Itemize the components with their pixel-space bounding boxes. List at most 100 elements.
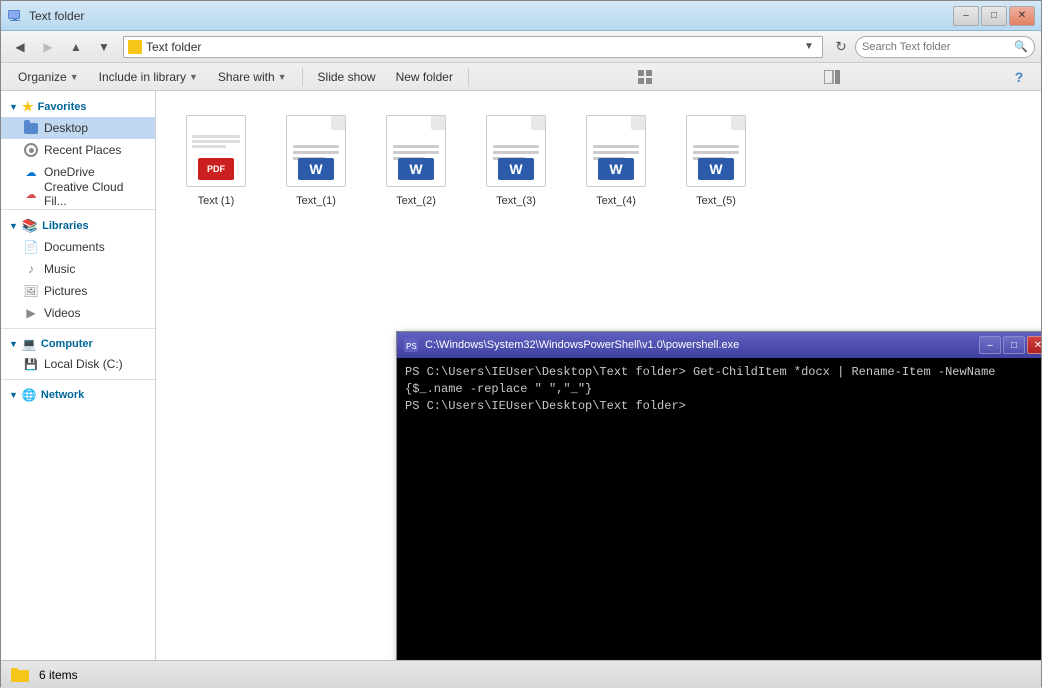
powershell-icon: PS — [403, 337, 419, 353]
change-view-button[interactable] — [632, 66, 660, 88]
close-button[interactable]: ✕ — [1009, 6, 1035, 26]
sidebar-item-local-disk[interactable]: 💾 Local Disk (C:) — [1, 353, 155, 375]
title-bar-controls: – □ ✕ — [953, 6, 1035, 26]
pdf-badge: PDF — [198, 158, 234, 180]
main-layout: ▼ ★ Favorites Desktop Recent Places ☁ On… — [1, 91, 1041, 660]
list-item[interactable]: W Text_(2) — [371, 106, 461, 212]
sidebar-item-pictures[interactable]: 🖼 Pictures — [1, 280, 155, 302]
new-folder-button[interactable]: New folder — [387, 66, 462, 88]
slide-show-label: Slide show — [318, 70, 376, 84]
list-item[interactable]: W Text_(5) — [671, 106, 761, 212]
address-dropdown-button[interactable]: ▼ — [800, 37, 818, 57]
word-fold — [731, 116, 745, 130]
sidebar-item-videos[interactable]: ▶ Videos — [1, 302, 155, 324]
refresh-button[interactable]: ↻ — [829, 35, 853, 59]
ps-line-1: PS C:\Users\IEUser\Desktop\Text folder> … — [405, 364, 1041, 398]
word-fold — [531, 116, 545, 130]
organize-button[interactable]: Organize ▼ — [9, 66, 88, 88]
share-with-button[interactable]: Share with ▼ — [209, 66, 296, 88]
list-item[interactable]: W Text_(3) — [471, 106, 561, 212]
word-fold — [631, 116, 645, 130]
onedrive-icon: ☁ — [23, 164, 39, 180]
list-item[interactable]: PDF Text (1) — [171, 106, 261, 212]
creative-cloud-icon: ☁ — [23, 186, 39, 202]
ps-title-left: PS C:\Windows\System32\WindowsPowerShell… — [403, 337, 739, 353]
libraries-icon: 📚 — [22, 218, 38, 234]
powershell-title-bar: PS C:\Windows\System32\WindowsPowerShell… — [397, 332, 1041, 358]
file-label: Text (1) — [198, 195, 235, 207]
organize-dropdown-icon: ▼ — [70, 72, 79, 82]
sidebar-favorites-header[interactable]: ▼ ★ Favorites — [1, 95, 155, 117]
powershell-window[interactable]: PS C:\Windows\System32\WindowsPowerShell… — [396, 331, 1041, 660]
sidebar-recent-places-label: Recent Places — [44, 143, 121, 157]
title-bar: Text folder – □ ✕ — [1, 1, 1041, 31]
sidebar-documents-label: Documents — [44, 240, 105, 254]
ps-close-button[interactable]: ✕ — [1027, 336, 1041, 354]
maximize-button[interactable]: □ — [981, 6, 1007, 26]
file-icon-container-3: W — [481, 111, 551, 191]
word-icon: W — [686, 115, 746, 187]
sidebar-local-disk-label: Local Disk (C:) — [44, 357, 123, 371]
network-icon: 🌐 — [22, 388, 37, 402]
sidebar-libraries-label: Libraries — [42, 220, 88, 232]
window-title: Text folder — [29, 9, 84, 23]
sidebar-item-documents[interactable]: 📄 Documents — [1, 236, 155, 258]
word-badge: W — [698, 158, 734, 180]
ps-minimize-button[interactable]: – — [979, 336, 1001, 354]
sidebar-item-music[interactable]: ♪ Music — [1, 258, 155, 280]
title-bar-left: Text folder — [7, 8, 84, 24]
include-library-button[interactable]: Include in library ▼ — [90, 66, 207, 88]
computer-expand-icon: ▼ — [9, 339, 18, 349]
search-input[interactable] — [862, 41, 1010, 53]
help-button[interactable]: ? — [1005, 66, 1033, 88]
videos-icon: ▶ — [23, 305, 39, 321]
sidebar-creative-cloud-label: Creative Cloud Fil... — [44, 180, 147, 208]
ps-maximize-button[interactable]: □ — [1003, 336, 1025, 354]
list-item[interactable]: W Text_(4) — [571, 106, 661, 212]
powershell-title-text: C:\Windows\System32\WindowsPowerShell\v1… — [425, 339, 739, 351]
preview-pane-button[interactable] — [818, 66, 846, 88]
favorites-expand-icon: ▼ — [9, 102, 18, 112]
file-icon-container-1: W — [281, 111, 351, 191]
word-badge: W — [498, 158, 534, 180]
up-button[interactable]: ▲ — [63, 35, 89, 59]
command-bar: Organize ▼ Include in library ▼ Share wi… — [1, 63, 1041, 91]
view-icon — [638, 70, 654, 84]
back-button[interactable]: ◀ — [7, 35, 33, 59]
share-with-label: Share with — [218, 70, 275, 84]
sidebar-pictures-label: Pictures — [44, 284, 87, 298]
sidebar-item-desktop[interactable]: Desktop — [1, 117, 155, 139]
sidebar-item-creative-cloud[interactable]: ☁ Creative Cloud Fil... — [1, 183, 155, 205]
file-icon-container-5: W — [681, 111, 751, 191]
favorites-star-icon: ★ — [22, 99, 34, 115]
navigation-toolbar: ◀ ▶ ▲ ▼ Text folder ▼ ↻ 🔍 — [1, 31, 1041, 63]
file-label: Text_(3) — [496, 195, 536, 207]
search-icon[interactable]: 🔍 — [1014, 40, 1028, 53]
word-icon: W — [586, 115, 646, 187]
local-disk-icon: 💾 — [23, 356, 39, 372]
address-text: Text folder — [146, 40, 796, 54]
recent-locations-button[interactable]: ▼ — [91, 35, 117, 59]
forward-button[interactable]: ▶ — [35, 35, 61, 59]
sidebar-favorites-label: Favorites — [38, 101, 87, 113]
powershell-content: PS C:\Users\IEUser\Desktop\Text folder> … — [397, 358, 1041, 660]
word-fold — [431, 116, 445, 130]
sidebar-computer-header[interactable]: ▼ 💻 Computer — [1, 333, 155, 353]
file-icon-container-2: W — [381, 111, 451, 191]
new-folder-label: New folder — [396, 70, 453, 84]
ps-line-2: PS C:\Users\IEUser\Desktop\Text folder> — [405, 398, 1041, 415]
sidebar-network-header[interactable]: ▼ 🌐 Network — [1, 384, 155, 404]
minimize-button[interactable]: – — [953, 6, 979, 26]
file-label: Text_(1) — [296, 195, 336, 207]
slide-show-button[interactable]: Slide show — [309, 66, 385, 88]
ps-controls: – □ ✕ — [979, 336, 1041, 354]
sidebar-libraries-header[interactable]: ▼ 📚 Libraries — [1, 214, 155, 236]
sidebar-item-recent-places[interactable]: Recent Places — [1, 139, 155, 161]
file-icon-container-4: W — [581, 111, 651, 191]
sidebar: ▼ ★ Favorites Desktop Recent Places ☁ On… — [1, 91, 156, 660]
share-with-dropdown-icon: ▼ — [278, 72, 287, 82]
address-folder-icon — [128, 40, 142, 54]
word-icon: W — [386, 115, 446, 187]
list-item[interactable]: W Text_(1) — [271, 106, 361, 212]
preview-icon — [824, 70, 840, 84]
